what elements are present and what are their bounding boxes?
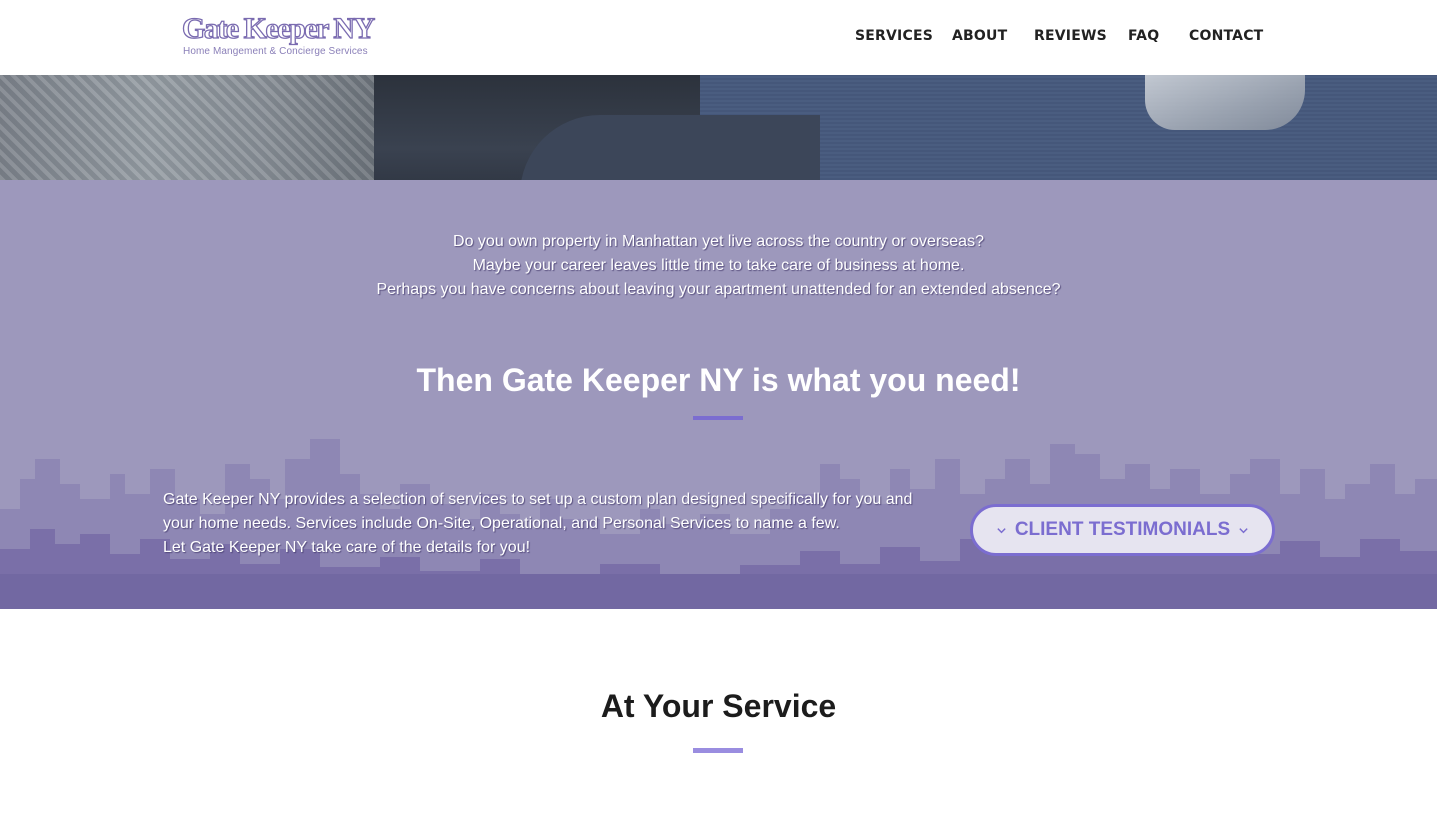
description-line-1: Gate Keeper NY provides a selection of s…	[163, 491, 913, 508]
chevron-down-icon	[1239, 527, 1248, 533]
nav-reviews[interactable]: REVIEWS	[1034, 26, 1107, 46]
client-testimonials-button[interactable]: CLIENT TESTIMONIALS	[970, 504, 1275, 556]
nav-about[interactable]: ABOUT	[952, 26, 1007, 46]
site-header: Gate Keeper NY Home Mangement & Concierg…	[0, 0, 1437, 75]
intro-section: Do you own property in Manhattan yet liv…	[0, 180, 1437, 609]
lead-line-1: Do you own property in Manhattan yet liv…	[453, 233, 984, 250]
nav-services[interactable]: SERVICES	[855, 26, 933, 46]
hero-photo	[0, 75, 1437, 180]
main-nav: SERVICES ABOUT REVIEWS FAQ CONTACT	[0, 26, 1437, 48]
description-line-3: Let Gate Keeper NY take care of the deta…	[163, 539, 531, 556]
throw-blanket-image-area	[1145, 75, 1305, 130]
description-line-2: your home needs. Services include On-Sit…	[163, 515, 840, 532]
chevron-down-icon	[997, 527, 1006, 533]
service-section-title: At Your Service	[600, 688, 837, 724]
sofa-cushion-image-area	[520, 115, 820, 180]
lead-line-3: Perhaps you have concerns about leaving …	[376, 281, 1061, 298]
intro-headline: Then Gate Keeper NY is what you need!	[416, 362, 1021, 398]
rug-image-area	[0, 75, 374, 180]
lead-line-2: Maybe your career leaves little time to …	[472, 257, 965, 274]
service-title-divider	[693, 748, 743, 753]
intro-lead-text: Do you own property in Manhattan yet liv…	[0, 230, 1437, 302]
nav-faq[interactable]: FAQ	[1128, 26, 1159, 46]
intro-description: Gate Keeper NY provides a selection of s…	[163, 488, 953, 560]
client-testimonials-label: CLIENT TESTIMONIALS	[1014, 519, 1231, 540]
nav-contact[interactable]: CONTACT	[1189, 26, 1263, 46]
headline-divider	[693, 416, 743, 420]
